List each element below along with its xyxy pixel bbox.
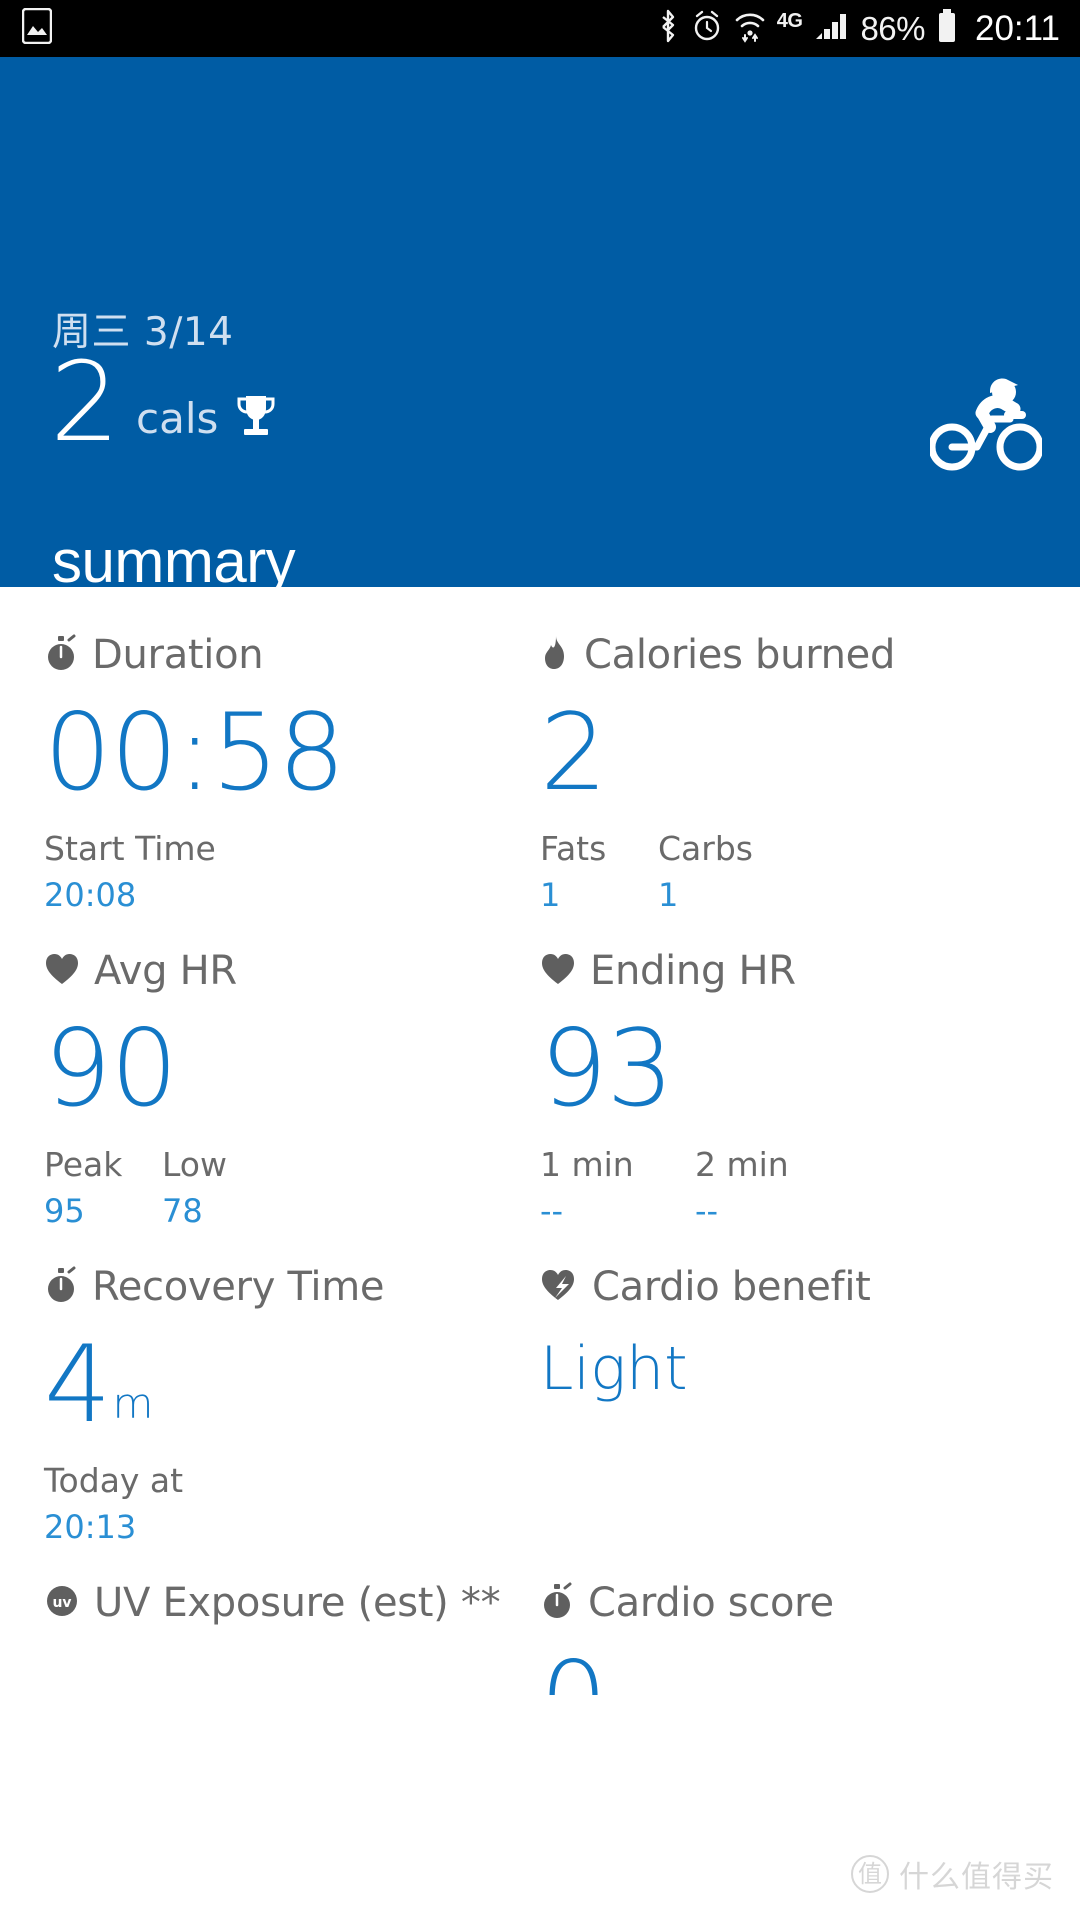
metric-sub-label: Fats [540, 829, 607, 868]
header-calories-unit: cals [136, 394, 219, 443]
metric-card-avg-hr[interactable]: Avg HR 90 Peak 95 Low 78 [44, 903, 540, 1230]
metric-value-number: 4 [44, 1323, 111, 1446]
metric-label: Duration [92, 632, 264, 678]
metric-row: Recovery Time 4 m Today at 20:13 Cardio … [44, 1219, 1036, 1546]
metric-value-number: 2 [540, 691, 607, 814]
cycling-icon [928, 375, 1044, 478]
metric-label-row: Duration [44, 631, 540, 679]
metric-row: Avg HR 90 Peak 95 Low 78 Ending HR 93 1 … [44, 903, 1036, 1230]
metric-label: Ending HR [590, 948, 796, 994]
battery-icon [936, 8, 958, 49]
bluetooth-icon [656, 8, 680, 49]
metric-value-text: Light [540, 1334, 688, 1404]
metric-card-calories-burned[interactable]: Calories burned 2 Fats 1 Carbs 1 [540, 587, 1036, 914]
status-bar-right: 4G 86% 20:11 [656, 8, 1060, 49]
metric-row: uv UV Exposure (est) ** Cardio score [44, 1535, 1036, 1695]
metric-card-cardio-score[interactable]: Cardio score 0 [540, 1535, 1036, 1695]
metric-label-row: Avg HR [44, 947, 540, 995]
watermark-text: 什么值得买 [899, 1860, 1054, 1895]
metric-label-row: uv UV Exposure (est) ** [44, 1579, 540, 1627]
metric-value-suffix: m [112, 1379, 153, 1428]
status-bar-left [21, 7, 53, 49]
metric-label: Avg HR [94, 948, 237, 994]
metric-card-recovery-time[interactable]: Recovery Time 4 m Today at 20:13 [44, 1219, 540, 1546]
wifi-icon [734, 9, 766, 48]
metric-value: 93 [540, 1007, 1036, 1130]
svg-text:uv: uv [52, 1595, 71, 1611]
stopwatch-icon [44, 1266, 78, 1309]
metric-value: 00:58 [44, 691, 540, 814]
metric-value: 90 [44, 1007, 540, 1130]
signal-bars-icon [813, 9, 847, 48]
header-calories-value: 2 [50, 338, 120, 466]
metric-label: UV Exposure (est) ** [94, 1580, 501, 1626]
metric-sub-label: Peak [44, 1145, 123, 1184]
summary-metrics-grid: Duration 00:58 Start Time 20:08 Calories… [0, 587, 1080, 1695]
heart-bolt-icon [540, 1268, 578, 1307]
header-calories-row: 2 cals [50, 347, 278, 457]
stopwatch-icon [44, 634, 78, 677]
metric-label-row: Cardio benefit [540, 1263, 1036, 1311]
metric-label: Cardio score [588, 1580, 834, 1626]
metric-sub-label: Today at [44, 1461, 184, 1500]
metric-value: 0 [540, 1648, 1036, 1696]
metric-value: 2 [540, 691, 1036, 814]
heart-icon [44, 952, 80, 991]
metric-label-row: Calories burned [540, 631, 1036, 679]
metric-sub-label: 2 min [695, 1145, 789, 1184]
uv-badge-icon: uv [44, 1583, 80, 1624]
metric-value-number: 90 [44, 1007, 178, 1130]
metric-card-duration[interactable]: Duration 00:58 Start Time 20:08 [44, 587, 540, 914]
watermark-badge: 值 [851, 1855, 889, 1893]
metric-label-row: Ending HR [540, 947, 1036, 995]
metric-value-number: 93 [540, 1007, 674, 1130]
heart-icon [540, 952, 576, 991]
metric-value-number: 00:58 [44, 691, 345, 814]
metric-label: Recovery Time [92, 1264, 385, 1310]
metric-label: Calories burned [584, 632, 896, 678]
alarm-icon [691, 9, 723, 48]
metric-sub-label: 1 min [540, 1145, 634, 1184]
battery-percent-label: 86% [860, 9, 925, 47]
metric-value: Light [540, 1333, 1036, 1405]
app-screen: 4G 86% 20:11 周三 3/14 2 cals summary Dura… [0, 0, 1080, 1920]
metric-sub-label: Carbs [658, 829, 753, 868]
metric-value: 4 m [44, 1323, 540, 1446]
screenshot-image-icon [21, 7, 53, 49]
metric-card-uv-exposure[interactable]: uv UV Exposure (est) ** [44, 1535, 540, 1695]
trophy-icon [234, 392, 278, 457]
metric-label: Cardio benefit [592, 1264, 871, 1310]
metric-card-ending-hr[interactable]: Ending HR 93 1 min -- 2 min -- [540, 903, 1036, 1230]
page-title: summary [52, 528, 296, 595]
workout-header: 周三 3/14 2 cals summary [0, 57, 1080, 595]
metric-sub-label: Low [162, 1145, 227, 1184]
metric-row: Duration 00:58 Start Time 20:08 Calories… [44, 587, 1036, 914]
metric-label-row: Cardio score [540, 1579, 1036, 1627]
network-4g-icon: 4G [776, 10, 803, 32]
metric-label-row: Recovery Time [44, 1263, 540, 1311]
flame-icon [540, 634, 570, 677]
status-bar: 4G 86% 20:11 [0, 0, 1080, 57]
metric-card-cardio-benefit[interactable]: Cardio benefit Light [540, 1219, 1036, 1535]
status-bar-clock: 20:11 [975, 8, 1060, 48]
watermark: 值 什么值得买 [851, 1852, 1054, 1896]
stopwatch-icon [540, 1582, 574, 1625]
metric-sub-label: Start Time [44, 829, 216, 868]
